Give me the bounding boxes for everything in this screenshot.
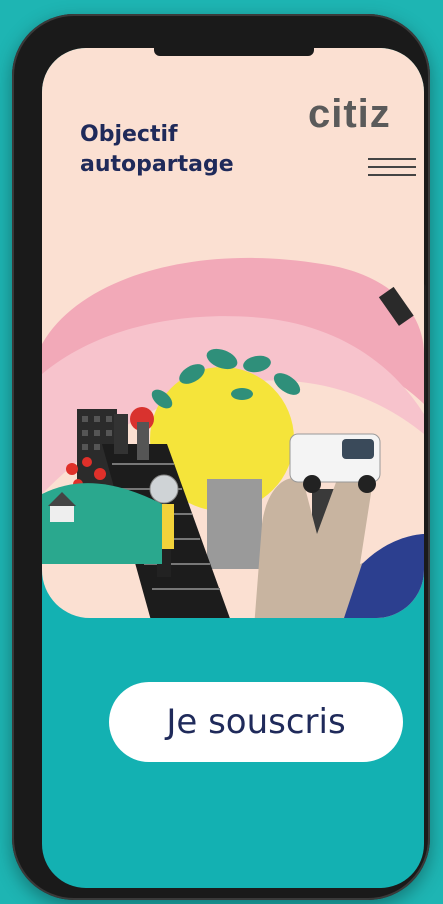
hamburger-menu-icon[interactable] xyxy=(368,156,416,178)
phone-screen: Objectif autopartage citiz Je souscris xyxy=(42,48,424,888)
phone-notch xyxy=(154,48,314,56)
menu-line xyxy=(368,166,416,168)
menu-line xyxy=(368,174,416,176)
hero-section: Objectif autopartage citiz xyxy=(42,48,424,618)
person-walk-1 xyxy=(114,414,128,454)
building-mid xyxy=(207,479,262,569)
disco-ball xyxy=(149,474,179,504)
brand-tagline: Objectif autopartage xyxy=(80,120,300,180)
hero-collage-image xyxy=(42,257,424,618)
small-house xyxy=(50,504,74,522)
citiz-logo[interactable]: citiz xyxy=(308,92,391,137)
person-walk-2 xyxy=(137,422,149,460)
tagline-line-1: Objectif xyxy=(80,122,178,147)
phone-frame: Objectif autopartage citiz Je souscris xyxy=(12,14,430,900)
phone-side-button xyxy=(18,232,26,332)
menu-line xyxy=(368,158,416,160)
tagline-line-2: autopartage xyxy=(80,152,234,177)
subscribe-button[interactable]: Je souscris xyxy=(109,682,403,762)
white-van xyxy=(289,433,381,493)
